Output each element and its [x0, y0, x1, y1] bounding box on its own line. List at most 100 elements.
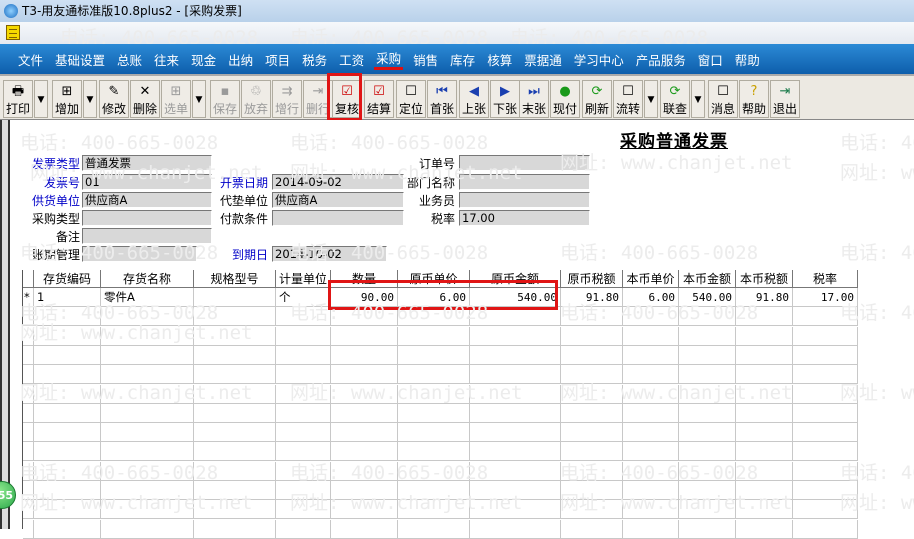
empty-cell[interactable] — [276, 500, 331, 520]
empty-cell[interactable] — [623, 345, 679, 365]
empty-cell[interactable] — [276, 384, 331, 404]
remark-field[interactable] — [82, 228, 212, 244]
empty-cell[interactable] — [194, 403, 276, 423]
empty-cell[interactable] — [736, 365, 793, 385]
empty-cell[interactable] — [276, 326, 331, 346]
empty-cell[interactable] — [34, 384, 101, 404]
empty-cell[interactable] — [398, 461, 470, 481]
table-cell[interactable]: 91.80 — [561, 288, 623, 307]
empty-cell[interactable] — [623, 423, 679, 443]
empty-cell[interactable] — [101, 365, 194, 385]
empty-cell[interactable] — [561, 326, 623, 346]
empty-cell[interactable] — [470, 345, 561, 365]
toolbar-button-delete[interactable]: ✕ 删除 — [130, 80, 160, 118]
table-cell[interactable]: 1 — [34, 288, 101, 307]
empty-cell[interactable] — [34, 500, 101, 520]
column-header[interactable]: 税率 — [793, 270, 858, 288]
menu-item-1[interactable]: 基础设置 — [53, 50, 107, 69]
empty-cell[interactable] — [736, 326, 793, 346]
empty-cell[interactable] — [331, 307, 398, 327]
department-field[interactable] — [459, 174, 590, 190]
empty-cell[interactable] — [276, 345, 331, 365]
column-header[interactable]: 本币税额 — [736, 270, 793, 288]
empty-cell[interactable] — [561, 423, 623, 443]
table-cell[interactable]: 6.00 — [623, 288, 679, 307]
menu-item-16[interactable]: 窗口 — [696, 50, 725, 69]
empty-cell[interactable] — [398, 500, 470, 520]
empty-cell[interactable] — [398, 326, 470, 346]
toolbar-button-exit[interactable]: ⇥ 退出 — [770, 80, 800, 118]
empty-cell[interactable] — [793, 403, 858, 423]
empty-cell[interactable] — [736, 403, 793, 423]
empty-cell[interactable] — [276, 403, 331, 423]
empty-cell[interactable] — [679, 403, 736, 423]
column-header[interactable]: 存货编码 — [34, 270, 101, 288]
empty-cell[interactable] — [398, 519, 470, 539]
empty-cell[interactable] — [793, 500, 858, 520]
invoice-no-field[interactable]: 01 — [82, 174, 212, 190]
toolbar-button-cash-pay[interactable]: ● 现付 — [550, 80, 580, 118]
empty-cell[interactable] — [470, 307, 561, 327]
empty-cell[interactable] — [793, 423, 858, 443]
empty-cell[interactable] — [101, 500, 194, 520]
column-header[interactable]: 原币税额 — [561, 270, 623, 288]
empty-cell[interactable] — [34, 326, 101, 346]
empty-cell[interactable] — [101, 442, 194, 462]
empty-cell[interactable] — [470, 326, 561, 346]
empty-cell[interactable] — [679, 307, 736, 327]
due-date-field[interactable]: 2014-10-02 — [272, 246, 387, 262]
empty-cell[interactable] — [194, 461, 276, 481]
menu-item-7[interactable]: 税务 — [300, 50, 329, 69]
empty-cell[interactable] — [679, 384, 736, 404]
empty-cell[interactable] — [398, 423, 470, 443]
empty-cell[interactable] — [736, 442, 793, 462]
empty-cell[interactable] — [331, 423, 398, 443]
empty-cell[interactable] — [276, 481, 331, 500]
empty-cell[interactable] — [276, 365, 331, 385]
empty-cell[interactable] — [398, 345, 470, 365]
column-header[interactable]: 本币金额 — [679, 270, 736, 288]
table-cell[interactable]: 17.00 — [793, 288, 858, 307]
empty-cell[interactable] — [736, 461, 793, 481]
toolbar-button-settle[interactable]: ☑ 结算 — [364, 80, 394, 118]
empty-cell[interactable] — [34, 481, 101, 500]
empty-cell[interactable] — [623, 500, 679, 520]
menu-item-8[interactable]: 工资 — [337, 50, 366, 69]
empty-cell[interactable] — [793, 481, 858, 500]
empty-cell[interactable] — [793, 384, 858, 404]
empty-cell[interactable] — [679, 481, 736, 500]
empty-cell[interactable] — [793, 442, 858, 462]
menu-item-15[interactable]: 产品服务 — [634, 50, 688, 69]
empty-cell[interactable] — [194, 442, 276, 462]
query-dropdown-button[interactable]: ▼ — [691, 80, 705, 118]
empty-cell[interactable] — [470, 461, 561, 481]
empty-cell[interactable] — [561, 345, 623, 365]
empty-cell[interactable] — [34, 519, 101, 539]
menu-item-12[interactable]: 核算 — [485, 50, 514, 69]
empty-cell[interactable] — [679, 423, 736, 443]
empty-cell[interactable] — [623, 519, 679, 539]
empty-cell[interactable] — [679, 461, 736, 481]
payment-terms-field[interactable] — [272, 210, 404, 226]
toolbar-button-edit[interactable]: ✎ 修改 — [99, 80, 129, 118]
term-mgmt-field[interactable] — [82, 246, 197, 262]
menu-item-9[interactable]: 采购 — [374, 48, 404, 70]
toolbar-button-flow[interactable]: ☐ 流转 — [613, 80, 643, 118]
menu-item-2[interactable]: 总账 — [115, 50, 144, 69]
empty-cell[interactable] — [194, 500, 276, 520]
menu-item-5[interactable]: 出纳 — [226, 50, 255, 69]
empty-cell[interactable] — [736, 481, 793, 500]
menu-item-10[interactable]: 销售 — [411, 50, 440, 69]
printer-dropdown-button[interactable]: ▼ — [34, 80, 48, 118]
empty-cell[interactable] — [331, 403, 398, 423]
empty-cell[interactable] — [194, 365, 276, 385]
flow-dropdown-button[interactable]: ▼ — [644, 80, 658, 118]
empty-cell[interactable] — [623, 403, 679, 423]
empty-cell[interactable] — [679, 519, 736, 539]
empty-cell[interactable] — [736, 384, 793, 404]
empty-cell[interactable] — [470, 423, 561, 443]
empty-cell[interactable] — [398, 384, 470, 404]
empty-cell[interactable] — [101, 307, 194, 327]
empty-cell[interactable] — [194, 384, 276, 404]
empty-cell[interactable] — [561, 481, 623, 500]
